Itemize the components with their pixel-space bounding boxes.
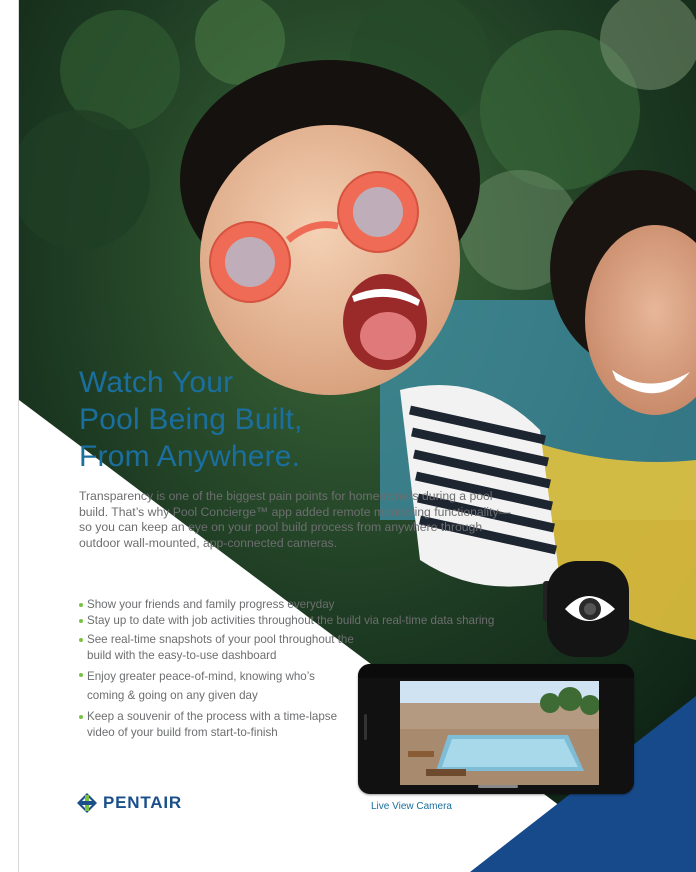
headline-line-2: Pool Being Built, — [79, 403, 303, 436]
phone-device — [358, 664, 634, 794]
camera-caption: Live View Camera — [371, 801, 452, 812]
camera-device — [543, 561, 629, 657]
ad-page: Watch Your Pool Being Built, From Anywhe… — [0, 0, 696, 872]
feature-text: Show your friends and family progress ev… — [87, 598, 335, 611]
feature-item: See real-time snapshots of your pool thr… — [79, 632, 372, 663]
feature-text: Stay up to date with job activities thro… — [87, 613, 495, 627]
headline-line-3: From Anywhere. — [79, 440, 301, 473]
pool-construction-image — [400, 681, 599, 785]
bullet-dot-icon — [79, 603, 83, 607]
home-indicator — [478, 785, 518, 788]
live-view-screen — [400, 681, 599, 785]
feature-text: See real-time snapshots of your pool thr… — [87, 633, 354, 662]
pentair-logo: PENTAIR — [77, 791, 182, 815]
bullet-dot-icon — [79, 715, 83, 719]
headline-line-1: Watch Your — [79, 366, 234, 399]
page-border — [18, 0, 19, 872]
feature-item: Enjoy greater peace-of-mind, knowing who… — [79, 667, 337, 705]
feature-item: Keep a souvenir of the process with a ti… — [79, 709, 357, 740]
phone-top-bar — [358, 664, 634, 678]
feature-text: Enjoy greater peace-of-mind, knowing who… — [87, 670, 315, 702]
pentair-mark-icon — [77, 793, 97, 813]
feature-item: Stay up to date with job activities thro… — [79, 613, 547, 629]
headline: Watch Your Pool Being Built, From Anywhe… — [79, 364, 303, 475]
feature-text: Keep a souvenir of the process with a ti… — [87, 710, 338, 739]
bullet-dot-icon — [79, 618, 83, 623]
bullet-dot-icon — [79, 638, 83, 642]
phone-camera-notch — [364, 714, 367, 740]
feature-item: Show your friends and family progress ev… — [79, 597, 387, 613]
intro-paragraph: Transparency is one of the biggest pain … — [79, 489, 511, 550]
bullet-dot-icon — [79, 673, 83, 677]
brand-name: PENTAIR — [103, 793, 182, 812]
